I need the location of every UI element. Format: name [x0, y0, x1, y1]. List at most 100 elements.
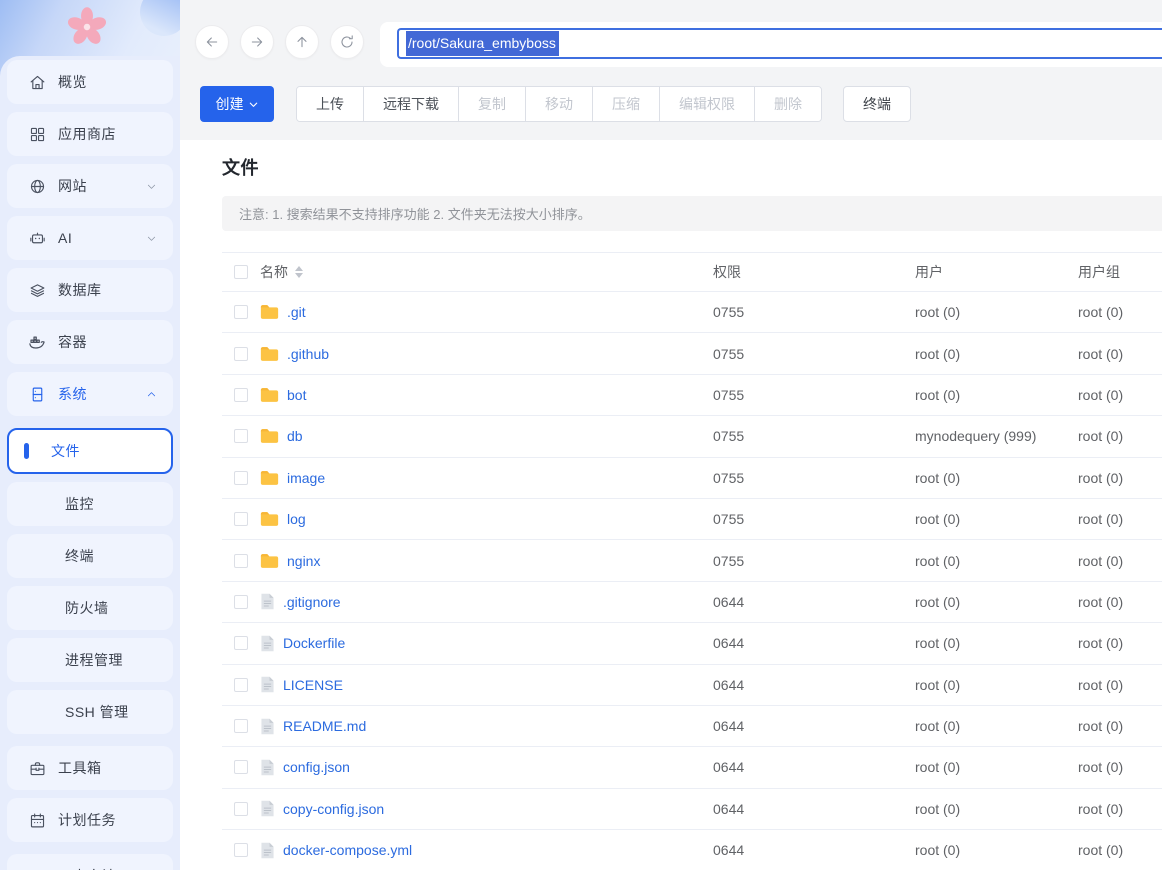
- file-name-link[interactable]: .github: [287, 346, 329, 362]
- file-name-link[interactable]: docker-compose.yml: [283, 842, 412, 858]
- folder-icon: [260, 346, 279, 362]
- up-button[interactable]: [285, 25, 319, 59]
- group-cell: root (0): [1078, 511, 1162, 527]
- row-checkbox[interactable]: [234, 471, 248, 485]
- toolbar-button-group: 上传远程下载复制移动压缩编辑权限删除: [296, 86, 822, 122]
- row-checkbox[interactable]: [234, 388, 248, 402]
- row-checkbox[interactable]: [234, 429, 248, 443]
- row-checkbox[interactable]: [234, 595, 248, 609]
- file-name-cell: nginx: [260, 553, 713, 569]
- file-name-cell: README.md: [260, 718, 713, 735]
- perm-cell: 0644: [713, 594, 915, 610]
- file-name-link[interactable]: copy-config.json: [283, 801, 384, 817]
- group-cell: root (0): [1078, 718, 1162, 734]
- file-name-cell: log: [260, 511, 713, 527]
- file-name-link[interactable]: nginx: [287, 553, 320, 569]
- globe-icon: [28, 177, 46, 195]
- folder-icon: [260, 553, 279, 569]
- decorative-circle: [140, 0, 180, 36]
- sidebar-item-数据库[interactable]: 数据库: [7, 268, 173, 312]
- sidebar-item-日志审计[interactable]: 日志审计: [7, 854, 173, 870]
- table-row: .github0755root (0)root (0): [222, 333, 1162, 374]
- sidebar-item-label: 系统: [58, 384, 87, 404]
- row-checkbox[interactable]: [234, 347, 248, 361]
- file-name-cell: config.json: [260, 759, 713, 776]
- home-icon: [28, 73, 46, 91]
- arrow-right-icon: [249, 34, 265, 50]
- perm-cell: 0755: [713, 304, 915, 320]
- table-row: Dockerfile0644root (0)root (0): [222, 623, 1162, 664]
- toolbar-button-上传[interactable]: 上传: [297, 87, 363, 121]
- forward-button[interactable]: [240, 25, 274, 59]
- file-nav-buttons: [195, 25, 364, 59]
- table-row: README.md0644root (0)root (0): [222, 706, 1162, 747]
- sidebar-item-终端[interactable]: 终端: [7, 534, 173, 578]
- file-name-link[interactable]: bot: [287, 387, 306, 403]
- folder-icon: [260, 304, 279, 320]
- file-name-link[interactable]: .gitignore: [283, 594, 341, 610]
- server-icon: [28, 385, 46, 403]
- file-name-link[interactable]: .git: [287, 304, 306, 320]
- sidebar-item-文件[interactable]: 文件: [7, 428, 173, 474]
- sidebar-item-防火墙[interactable]: 防火墙: [7, 586, 173, 630]
- perm-cell: 0755: [713, 428, 915, 444]
- sidebar-item-应用商店[interactable]: 应用商店: [7, 112, 173, 156]
- back-button[interactable]: [195, 25, 229, 59]
- row-checkbox[interactable]: [234, 636, 248, 650]
- row-checkbox[interactable]: [234, 719, 248, 733]
- file-icon: [260, 676, 275, 693]
- sidebar-item-label: 计划任务: [58, 810, 116, 830]
- file-name-link[interactable]: log: [287, 511, 306, 527]
- row-checkbox[interactable]: [234, 843, 248, 857]
- sidebar-item-label: 进程管理: [65, 650, 123, 670]
- row-checkbox[interactable]: [234, 305, 248, 319]
- sort-icon[interactable]: [295, 266, 303, 278]
- file-name-cell: docker-compose.yml: [260, 842, 713, 859]
- toolbar-button-远程下载[interactable]: 远程下载: [363, 87, 458, 121]
- sidebar-item-监控[interactable]: 监控: [7, 482, 173, 526]
- file-name-link[interactable]: README.md: [283, 718, 366, 734]
- sidebar-item-SSH-管理[interactable]: SSH 管理: [7, 690, 173, 734]
- file-name-cell: .git: [260, 304, 713, 320]
- file-toolbar: 创建 上传远程下载复制移动压缩编辑权限删除 终端: [200, 86, 1162, 122]
- table-row: bot0755root (0)root (0): [222, 375, 1162, 416]
- sidebar-item-容器[interactable]: 容器: [7, 320, 173, 364]
- sidebar-item-工具箱[interactable]: 工具箱: [7, 746, 173, 790]
- perm-cell: 0755: [713, 387, 915, 403]
- user-cell: mynodequery (999): [915, 428, 1078, 444]
- toolbar-button-移动: 移动: [525, 87, 592, 121]
- column-header-group: 用户组: [1078, 262, 1162, 282]
- sidebar-item-概览[interactable]: 概览: [7, 60, 173, 104]
- create-button-label: 创建: [216, 94, 244, 114]
- file-name-link[interactable]: image: [287, 470, 325, 486]
- file-name-link[interactable]: LICENSE: [283, 677, 343, 693]
- select-all-checkbox[interactable]: [234, 265, 248, 279]
- sidebar-item-label: 数据库: [58, 280, 102, 300]
- sidebar-item-系统[interactable]: 系统: [7, 372, 173, 416]
- row-checkbox[interactable]: [234, 802, 248, 816]
- perm-cell: 0755: [713, 346, 915, 362]
- refresh-button[interactable]: [330, 25, 364, 59]
- row-checkbox[interactable]: [234, 512, 248, 526]
- create-button[interactable]: 创建: [200, 86, 274, 122]
- sidebar-menu: 概览应用商店网站 AI 数据库容器系统文件监控终端防火墙进程管理 SSH 管理工具箱计…: [0, 56, 180, 870]
- perm-cell: 0755: [713, 470, 915, 486]
- row-checkbox[interactable]: [234, 760, 248, 774]
- perm-cell: 0755: [713, 511, 915, 527]
- row-checkbox[interactable]: [234, 678, 248, 692]
- sidebar-item-计划任务[interactable]: 计划任务: [7, 798, 173, 842]
- toolbar-button-删除: 删除: [754, 87, 821, 121]
- file-name-cell: LICENSE: [260, 676, 713, 693]
- sidebar-item-进程管理[interactable]: 进程管理: [7, 638, 173, 682]
- path-input[interactable]: /root/Sakura_embyboss: [397, 28, 1162, 59]
- user-cell: root (0): [915, 304, 1078, 320]
- file-name-link[interactable]: Dockerfile: [283, 635, 345, 651]
- file-name-link[interactable]: db: [287, 428, 303, 444]
- terminal-button[interactable]: 终端: [843, 86, 911, 122]
- row-checkbox[interactable]: [234, 554, 248, 568]
- sidebar-item-AI[interactable]: AI: [7, 216, 173, 260]
- file-name-link[interactable]: config.json: [283, 759, 350, 775]
- group-cell: root (0): [1078, 842, 1162, 858]
- sidebar-item-网站[interactable]: 网站: [7, 164, 173, 208]
- group-cell: root (0): [1078, 470, 1162, 486]
